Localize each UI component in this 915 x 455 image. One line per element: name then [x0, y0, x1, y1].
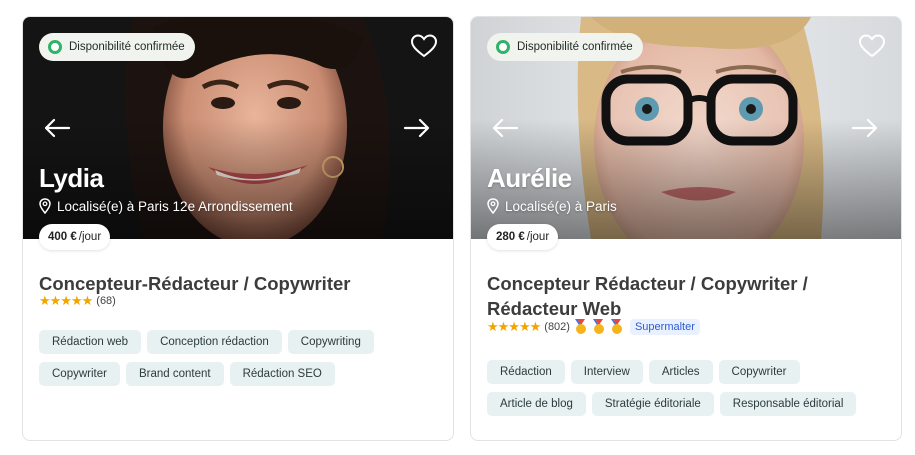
availability-text: Disponibilité confirmée	[517, 41, 633, 53]
location-line: Localisé(e) à Paris	[487, 198, 617, 214]
freelancer-name: Lydia	[39, 163, 104, 193]
star-rating-icon: ★★★★★	[39, 293, 93, 308]
medal-icon	[592, 319, 604, 334]
rating: ★★★★★ (802) Supermalter	[487, 319, 700, 335]
star-rating-icon: ★★★★★	[487, 319, 541, 334]
skill-tag[interactable]: Copywriter	[39, 362, 120, 386]
arrow-left-icon[interactable]	[491, 117, 519, 139]
medal-icon	[574, 319, 586, 334]
availability-text: Disponibilité confirmée	[69, 41, 185, 53]
skill-tag[interactable]: Copywriting	[287, 330, 374, 354]
skill-tag[interactable]: Stratégie éditoriale	[591, 392, 714, 416]
skill-tag[interactable]: Rédaction SEO	[229, 362, 335, 386]
map-pin-icon	[487, 198, 499, 214]
supermalter-badge: Supermalter	[629, 319, 700, 335]
arrow-left-icon[interactable]	[43, 117, 71, 139]
skill-tag[interactable]: Articles	[648, 360, 713, 384]
price-unit: /jour	[78, 231, 102, 243]
daily-rate: 400 € /jour	[39, 224, 111, 250]
profile-photo[interactable]: Disponibilité confirmée Lydia Localisé(e…	[23, 17, 453, 239]
map-pin-icon	[39, 198, 51, 214]
skill-tag[interactable]: Interview	[570, 360, 643, 384]
heart-outline-icon[interactable]	[859, 34, 885, 58]
price-amount: 280 €	[496, 231, 525, 243]
availability-badge: Disponibilité confirmée	[39, 33, 195, 61]
job-title[interactable]: Concepteur Rédacteur / Copywriter / Réda…	[487, 271, 887, 321]
price-amount: 400 €	[48, 231, 77, 243]
arrow-right-icon[interactable]	[851, 117, 879, 139]
heart-outline-icon[interactable]	[411, 34, 437, 58]
medal-icon	[610, 319, 622, 334]
skill-tag[interactable]: Article de blog	[487, 392, 586, 416]
skill-tag[interactable]: Conception rédaction	[147, 330, 282, 354]
location-line: Localisé(e) à Paris 12e Arrondissement	[39, 198, 293, 214]
green-dot-icon	[48, 40, 62, 54]
skill-tag[interactable]: Rédaction	[487, 360, 565, 384]
freelancer-card-aurelie[interactable]: Disponibilité confirmée Aurélie Localisé…	[470, 16, 902, 441]
location-text: Localisé(e) à Paris 12e Arrondissement	[57, 198, 293, 214]
skill-tag[interactable]: Brand content	[125, 362, 224, 386]
rating-count: (68)	[96, 295, 116, 307]
arrow-right-icon[interactable]	[403, 117, 431, 139]
skill-tag[interactable]: Responsable éditorial	[719, 392, 857, 416]
availability-badge: Disponibilité confirmée	[487, 33, 643, 61]
skill-tag[interactable]: Rédaction web	[39, 330, 142, 354]
price-unit: /jour	[526, 231, 550, 243]
green-dot-icon	[496, 40, 510, 54]
rating-count: (802)	[544, 321, 570, 333]
skill-tags: Rédaction Interview Articles Copywriter …	[487, 360, 891, 416]
skill-tags: Rédaction web Conception rédaction Copyw…	[39, 330, 443, 386]
freelancer-name: Aurélie	[487, 163, 572, 193]
daily-rate: 280 € /jour	[487, 224, 559, 250]
profile-photo[interactable]: Disponibilité confirmée Aurélie Localisé…	[471, 17, 901, 239]
freelancer-card-lydia[interactable]: Disponibilité confirmée Lydia Localisé(e…	[22, 16, 454, 441]
location-text: Localisé(e) à Paris	[505, 198, 617, 214]
skill-tag[interactable]: Copywriter	[718, 360, 800, 384]
rating: ★★★★★ (68)	[39, 293, 116, 309]
